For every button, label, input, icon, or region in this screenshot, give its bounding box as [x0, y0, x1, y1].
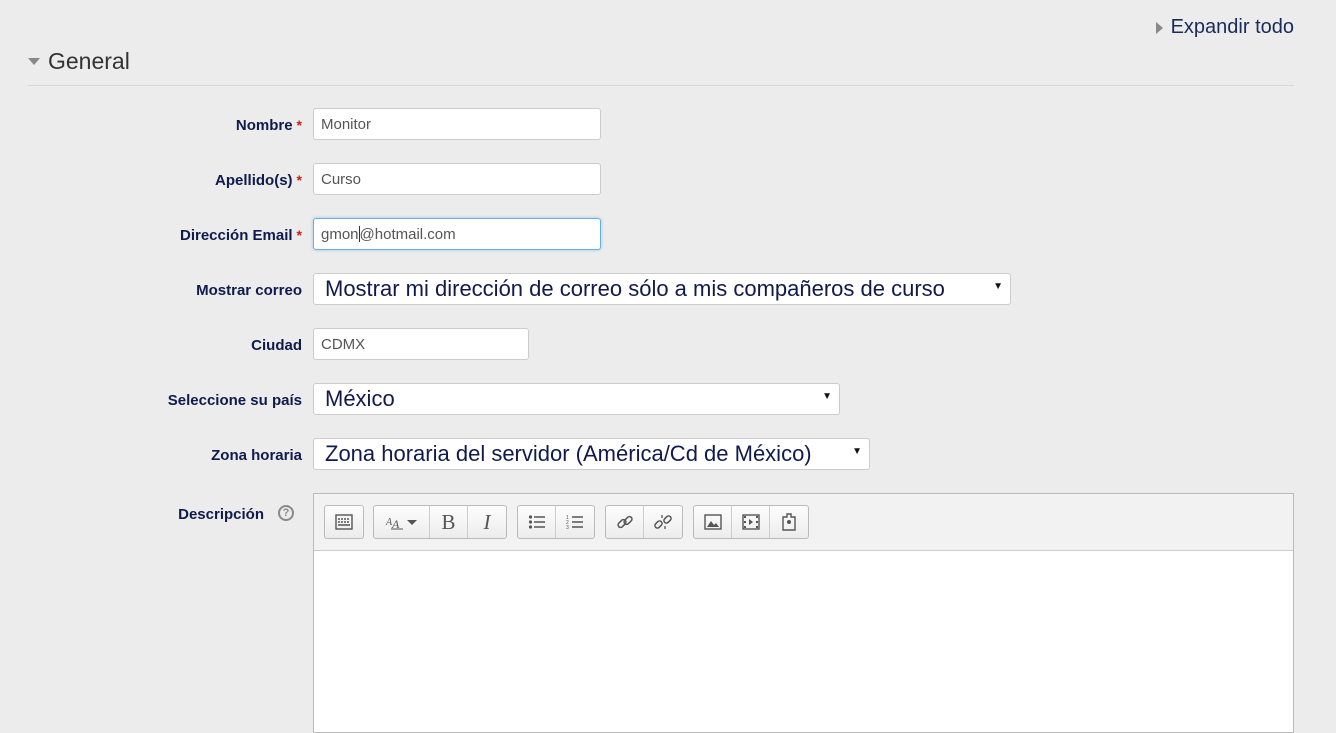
toolbar-toggle-icon[interactable] [325, 506, 363, 538]
media-icon[interactable] [732, 506, 770, 538]
svg-text:3: 3 [566, 525, 569, 530]
mostrar-correo-label: Mostrar correo [196, 281, 302, 299]
ciudad-row: Ciudad CDMX [0, 328, 1336, 362]
apellido-label: Apellido(s) * [215, 163, 302, 197]
email-value-end: @hotmail.com [359, 225, 456, 243]
toolbar-group-toggle [324, 505, 364, 539]
toolbar-group-lists: 123 [517, 505, 595, 539]
expand-all-label: Expandir todo [1170, 16, 1294, 38]
help-icon[interactable]: ? [278, 505, 294, 521]
required-icon: * [296, 117, 302, 133]
bold-icon[interactable]: B [430, 506, 468, 538]
expand-all-link[interactable]: Expandir todo [1155, 16, 1294, 39]
apellido-label-text: Apellido(s) [215, 171, 293, 189]
dropdown-arrow-icon: ▼ [822, 391, 832, 402]
pais-selected: México [325, 386, 395, 411]
descripcion-label: Descripción [178, 505, 264, 523]
ciudad-input[interactable]: CDMX [313, 328, 529, 360]
required-icon: * [296, 172, 302, 188]
mostrar-correo-row: Mostrar correo Mostrar mi dirección de c… [0, 273, 1336, 307]
pais-label: Seleccione su país [167, 391, 302, 409]
description-editor: AA B I 123 [313, 493, 1294, 733]
zona-horaria-selected: Zona horaria del servidor (América/Cd de… [325, 441, 812, 466]
toolbar-group-format: AA B I [373, 505, 507, 539]
apellido-row: Apellido(s) * Curso [0, 163, 1336, 197]
section-title: General [48, 48, 130, 74]
mostrar-correo-selected: Mostrar mi dirección de correo sólo a mi… [325, 276, 945, 301]
nombre-label: Nombre * [236, 108, 302, 142]
nombre-value: Monitor [321, 115, 372, 133]
dropdown-arrow-icon: ▼ [852, 446, 862, 457]
ordered-list-icon[interactable]: 123 [556, 506, 594, 538]
unlink-icon[interactable] [644, 506, 682, 538]
email-label: Dirección Email * [180, 218, 302, 252]
email-label-text: Dirección Email [180, 226, 293, 244]
nombre-row: Nombre * Monitor [0, 108, 1336, 142]
link-icon[interactable] [606, 506, 644, 538]
editor-toolbar: AA B I 123 [314, 494, 1293, 551]
apellido-input[interactable]: Curso [313, 163, 601, 195]
ciudad-label: Ciudad [251, 336, 302, 354]
expand-arrow-icon [1155, 21, 1163, 34]
zona-horaria-label: Zona horaria [211, 446, 302, 464]
nombre-label-text: Nombre [235, 116, 293, 134]
editor-content-area[interactable] [314, 551, 1293, 732]
ciudad-value: CDMX [321, 335, 366, 353]
manage-files-icon[interactable] [770, 506, 808, 538]
general-section-toggle[interactable]: General [28, 48, 130, 75]
toolbar-group-links [605, 505, 683, 539]
dropdown-arrow-icon: ▼ [993, 281, 1003, 292]
nombre-input[interactable]: Monitor [313, 108, 601, 140]
apellido-value: Curso [321, 170, 362, 188]
unordered-list-icon[interactable] [518, 506, 556, 538]
email-value-start: gmon [321, 225, 359, 243]
toolbar-group-media [693, 505, 809, 539]
pais-select[interactable]: México ▼ [313, 383, 840, 415]
italic-icon[interactable]: I [468, 506, 506, 538]
section-divider [28, 85, 1294, 86]
svg-text:A: A [391, 517, 400, 530]
zona-horaria-select[interactable]: Zona horaria del servidor (América/Cd de… [313, 438, 870, 470]
image-icon[interactable] [694, 506, 732, 538]
email-row: Dirección Email * gmon @hotmail.com [0, 218, 1336, 252]
pais-row: Seleccione su país México ▼ [0, 383, 1336, 417]
mostrar-correo-select[interactable]: Mostrar mi dirección de correo sólo a mi… [313, 273, 1011, 305]
email-input[interactable]: gmon @hotmail.com [313, 218, 601, 250]
required-icon: * [296, 227, 302, 243]
collapse-arrow-icon [28, 58, 40, 65]
zona-horaria-row: Zona horaria Zona horaria del servidor (… [0, 438, 1336, 472]
font-style-icon[interactable]: AA [374, 506, 430, 538]
